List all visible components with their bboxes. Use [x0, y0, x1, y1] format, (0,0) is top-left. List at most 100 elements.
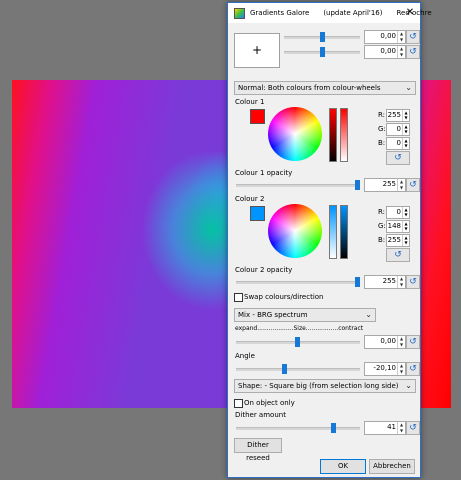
mode-select[interactable]: Normal: Both colours from colour-wheels …	[234, 81, 416, 95]
top-slider-2-value: 0,00	[380, 47, 396, 55]
reset-icon[interactable]: ↺	[386, 151, 410, 165]
title-update: (update April'16)	[323, 9, 383, 17]
reset-icon[interactable]: ↺	[406, 178, 420, 192]
swap-checkbox[interactable]	[234, 293, 243, 302]
close-icon[interactable]: ✕	[404, 6, 416, 19]
colour1-opacity-label: Colour 1 opacity	[235, 169, 293, 177]
colour1-r-input[interactable]: 255 ▲ ▼	[386, 109, 410, 122]
mode-select-value: Normal: Both colours from colour-wheels	[238, 84, 381, 92]
colour1-b-value: 0	[396, 139, 401, 147]
colour1-g-input[interactable]: 0 ▲ ▼	[386, 123, 410, 136]
spin-arrows-icon[interactable]: ▲ ▼	[397, 179, 405, 191]
colour1-swatch[interactable]	[250, 109, 265, 124]
reset-icon[interactable]: ↺	[406, 275, 420, 289]
colour1-r-value: 255	[387, 111, 401, 119]
colour2-opacity-track[interactable]	[236, 281, 360, 284]
reset-icon[interactable]: ↺	[406, 335, 420, 349]
cancel-button[interactable]: Abbrechen	[369, 459, 415, 474]
colour2-g-input[interactable]: 148 ▲ ▼	[386, 220, 410, 233]
ok-button[interactable]: OK	[320, 459, 366, 474]
colour2-label: Colour 2	[235, 195, 265, 203]
dither-track[interactable]	[236, 427, 360, 430]
reset-icon[interactable]: ↺	[406, 362, 420, 376]
colour2-r-label: R:	[378, 208, 386, 216]
spin-arrows-icon[interactable]: ▲ ▼	[402, 124, 409, 135]
spin-arrows-icon[interactable]: ▲ ▼	[397, 276, 405, 288]
spin-arrows-icon[interactable]: ▲ ▼	[402, 207, 409, 218]
window-title: Gradients Galore (update April'16) Red och…	[250, 9, 446, 17]
colour2-b-label: B:	[378, 236, 386, 244]
title-name: Gradients Galore	[250, 9, 310, 17]
spin-arrows-icon[interactable]: ▲ ▼	[402, 221, 409, 232]
size-label: expand...................Size...........…	[235, 325, 364, 332]
preview-crosshair: +	[251, 43, 263, 57]
spin-arrows-icon[interactable]: ▲ ▼	[397, 363, 405, 375]
colour2-b-input[interactable]: 255 ▲ ▼	[386, 234, 410, 247]
spin-arrows-icon[interactable]: ▲ ▼	[397, 46, 405, 58]
size-thumb[interactable]	[295, 337, 300, 347]
spin-arrows-icon[interactable]: ▲ ▼	[397, 422, 405, 434]
dither-label: Dither amount	[235, 411, 286, 419]
colour2-b-value: 255	[387, 236, 401, 244]
mix-select[interactable]: Mix - BRG spectrum ⌄	[234, 308, 376, 322]
reset-icon[interactable]: ↺	[386, 248, 410, 262]
top-slider-1-spin[interactable]: 0,00 ▲ ▼	[364, 30, 406, 44]
shape-select[interactable]: Shape: - Square big (from selection long…	[234, 379, 416, 393]
colour1-g-value: 0	[396, 125, 401, 133]
reset-icon[interactable]: ↺	[406, 30, 420, 44]
top-slider-1-thumb[interactable]	[320, 32, 325, 42]
colour2-g-value: 148	[387, 222, 401, 230]
colour1-opacity-track[interactable]	[236, 184, 360, 187]
colour1-opacity-value: 255	[382, 180, 396, 188]
size-value: 0,00	[380, 337, 396, 345]
colour2-wheel[interactable]	[268, 204, 322, 258]
chevron-down-icon: ⌄	[405, 381, 412, 390]
top-slider-2-spin[interactable]: 0,00 ▲ ▼	[364, 45, 406, 59]
app-icon	[234, 8, 245, 19]
colour1-r-label: R:	[378, 111, 386, 119]
colour1-b-label: B:	[378, 139, 386, 147]
angle-track[interactable]	[236, 368, 360, 371]
colour1-g-label: G:	[378, 125, 386, 133]
colour1-label: Colour 1	[235, 98, 265, 106]
colour2-opacity-label: Colour 2 opacity	[235, 266, 293, 274]
colour2-opacity-thumb[interactable]	[355, 277, 360, 287]
top-slider-2-thumb[interactable]	[320, 47, 325, 57]
dither-reseed-button[interactable]: Dither reseed	[234, 438, 282, 462]
colour1-opacity-thumb[interactable]	[355, 180, 360, 190]
swap-label: Swap colours/direction	[244, 293, 324, 301]
angle-label: Angle	[235, 352, 255, 360]
colour2-r-input[interactable]: 0 ▲ ▼	[386, 206, 410, 219]
top-slider-1-value: 0,00	[380, 32, 396, 40]
on-object-checkbox[interactable]	[234, 399, 243, 408]
colour2-saturation-bar[interactable]	[329, 205, 337, 259]
size-spin[interactable]: 0,00 ▲ ▼	[364, 335, 406, 349]
spin-arrows-icon[interactable]: ▲ ▼	[402, 138, 409, 149]
spin-arrows-icon[interactable]: ▲ ▼	[402, 235, 409, 246]
colour1-b-input[interactable]: 0 ▲ ▼	[386, 137, 410, 150]
colour2-r-value: 0	[396, 208, 401, 216]
angle-thumb[interactable]	[282, 364, 287, 374]
colour1-saturation-bar[interactable]	[340, 108, 348, 162]
dither-spin[interactable]: 41 ▲ ▼	[364, 421, 406, 435]
reset-icon[interactable]: ↺	[406, 45, 420, 59]
preview-box[interactable]: +	[234, 33, 280, 68]
colour2-swatch[interactable]	[250, 206, 265, 221]
angle-spin[interactable]: -20,10 ▲ ▼	[364, 362, 406, 376]
spin-arrows-icon[interactable]: ▲ ▼	[397, 31, 405, 43]
colour1-brightness-bar[interactable]	[329, 108, 337, 162]
chevron-down-icon: ⌄	[365, 310, 372, 319]
colour1-wheel[interactable]	[268, 107, 322, 161]
colour2-brightness-bar[interactable]	[340, 205, 348, 259]
gradients-galore-dialog: Gradients Galore (update April'16) Red och…	[227, 2, 432, 478]
reset-icon[interactable]: ↺	[406, 421, 420, 435]
colour2-g-label: G:	[378, 222, 386, 230]
spin-arrows-icon[interactable]: ▲ ▼	[397, 336, 405, 348]
colour1-opacity-spin[interactable]: 255 ▲ ▼	[364, 178, 406, 192]
spin-arrows-icon[interactable]: ▲ ▼	[402, 110, 409, 121]
on-object-label: On object only	[244, 399, 295, 407]
shape-select-value: Shape: - Square big (from selection long…	[238, 382, 399, 390]
colour2-opacity-spin[interactable]: 255 ▲ ▼	[364, 275, 406, 289]
title-bar[interactable]: Gradients Galore (update April'16) Red och…	[228, 3, 432, 23]
dither-thumb[interactable]	[331, 423, 336, 433]
